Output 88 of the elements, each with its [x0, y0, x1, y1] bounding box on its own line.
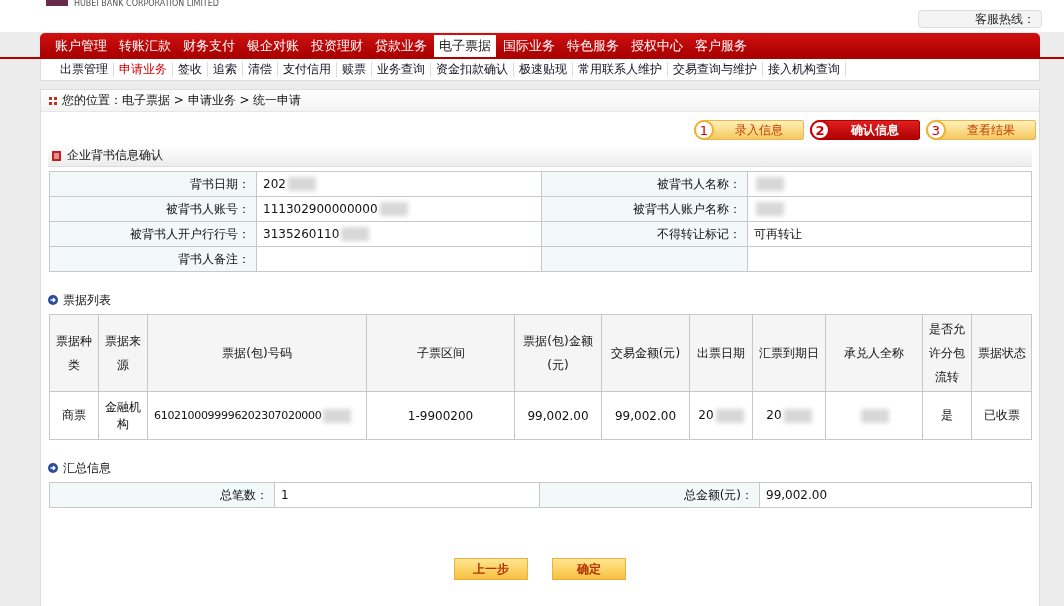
nav-tab[interactable]: 特色服务 — [562, 35, 624, 57]
value-cell: 1 — [274, 482, 540, 508]
redacted-block — [715, 408, 744, 423]
hotline-label: 客服热线： — [918, 10, 1042, 28]
sub-nav-link[interactable]: 业务查询 — [372, 62, 431, 77]
column-header: 票据(包)号码 — [147, 314, 367, 392]
sub-nav-link[interactable]: 资金扣款确认 — [431, 62, 514, 77]
label-cell: 总金额(元)： — [539, 482, 760, 508]
column-header: 承兑人全称 — [825, 314, 923, 392]
table-cell: 已收票 — [971, 391, 1032, 440]
column-header: 出票日期 — [689, 314, 753, 392]
label-cell: 被背书人开户行行号： — [49, 221, 257, 247]
table-cell: 20 — [752, 391, 826, 440]
table-cell: 6102100099996202307020000 — [147, 391, 367, 440]
grid-icon — [49, 96, 57, 105]
step-label: 确认信息 — [849, 121, 900, 139]
redacted-block — [783, 408, 812, 423]
step-number: 1 — [694, 120, 714, 140]
step-number: 2 — [810, 120, 830, 140]
sub-nav-link[interactable]: 接入机构查询 — [763, 62, 846, 77]
column-header: 票据(包)金额(元) — [514, 314, 602, 392]
nav-tab[interactable]: 银企对账 — [242, 35, 304, 57]
redacted-block — [861, 408, 889, 423]
nav-tab[interactable]: 客户服务 — [690, 35, 752, 57]
sub-nav-link[interactable]: 申请业务 — [114, 62, 173, 77]
sub-nav-link[interactable]: 交易查询与维护 — [668, 62, 763, 77]
sub-nav-link[interactable]: 赎票 — [337, 62, 372, 77]
table-cell: 20 — [689, 391, 753, 440]
step-label: 查看结果 — [965, 121, 1016, 139]
nav-tab[interactable]: 账户管理 — [50, 35, 112, 57]
redacted-block — [323, 408, 352, 423]
value-cell: 99,002.00 — [759, 482, 1032, 508]
nav-tab[interactable]: 财务支付 — [178, 35, 240, 57]
cell-value: 202 — [263, 176, 286, 191]
redacted-block — [287, 177, 316, 192]
table-cell: 金融机构 — [98, 391, 148, 440]
label-cell: 被背书人账户名称： — [541, 196, 748, 222]
section-title: 汇总信息 — [63, 459, 111, 477]
action-button[interactable]: 确定 — [552, 558, 626, 580]
cell-value: 3135260110 — [263, 226, 340, 241]
nav-tab[interactable]: 投资理财 — [306, 35, 368, 57]
label-cell: 背书日期： — [49, 171, 257, 197]
section-title: 企业背书信息确认 — [67, 147, 163, 164]
step-number: 3 — [926, 120, 946, 140]
breadcrumb-text: 您的位置：电子票据 > 申请业务 > 统一申请 — [62, 92, 302, 109]
redacted-block — [756, 202, 784, 217]
label-cell: 总笔数： — [49, 482, 275, 508]
redacted-block — [756, 177, 784, 192]
column-header: 汇票到期日 — [752, 314, 826, 392]
nav-tab[interactable]: 贷款业务 — [370, 35, 432, 57]
table-cell: 1-9900200 — [366, 391, 515, 440]
list-icon — [52, 150, 61, 161]
column-header: 是否允许分包流转 — [922, 314, 972, 392]
column-header: 票据种类 — [49, 314, 99, 392]
label-cell: 背书人备注： — [49, 246, 257, 272]
nav-tab[interactable]: 授权中心 — [626, 35, 688, 57]
arrow-circle-icon — [48, 463, 58, 473]
nav-tab[interactable]: 国际业务 — [498, 35, 560, 57]
sub-nav-link[interactable]: 签收 — [173, 62, 208, 77]
redacted-block — [379, 202, 408, 217]
sub-nav-link[interactable]: 追索 — [208, 62, 243, 77]
label-cell: 被背书人名称： — [541, 171, 748, 197]
table-cell: 99,002.00 — [514, 391, 602, 440]
redacted-block — [341, 227, 370, 242]
table-cell: 是 — [922, 391, 972, 440]
arrow-circle-icon — [48, 295, 58, 305]
cell-value: 111302900000000 — [263, 201, 378, 216]
sub-nav-link[interactable]: 清偿 — [243, 62, 278, 77]
column-header: 票据来源 — [98, 314, 148, 392]
label-cell: 被背书人账号： — [49, 196, 257, 222]
table-cell: 商票 — [49, 391, 99, 440]
section-title: 票据列表 — [63, 291, 111, 309]
sub-nav-link[interactable]: 出票管理 — [55, 62, 114, 77]
cell-value: 可再转让 — [754, 226, 802, 241]
sub-nav-link[interactable]: 支付信用 — [278, 62, 337, 77]
logo-icon — [46, 0, 68, 6]
nav-tab[interactable]: 转账汇款 — [114, 35, 176, 57]
bank-subtitle: HUBEI BANK CORPORATION LIMITED — [74, 0, 219, 8]
column-header: 票据状态 — [971, 314, 1032, 392]
table-cell: 99,002.00 — [601, 391, 690, 440]
column-header: 交易金额(元) — [601, 314, 690, 392]
column-header: 子票区间 — [366, 314, 515, 392]
sub-nav-link[interactable]: 极速贴现 — [514, 62, 573, 77]
step-label: 录入信息 — [733, 121, 784, 139]
label-cell: 不得转让标记： — [541, 221, 748, 247]
action-button[interactable]: 上一步 — [454, 558, 528, 580]
sub-nav-link[interactable]: 常用联系人维护 — [573, 62, 668, 77]
nav-tab[interactable]: 电子票据 — [434, 35, 496, 57]
